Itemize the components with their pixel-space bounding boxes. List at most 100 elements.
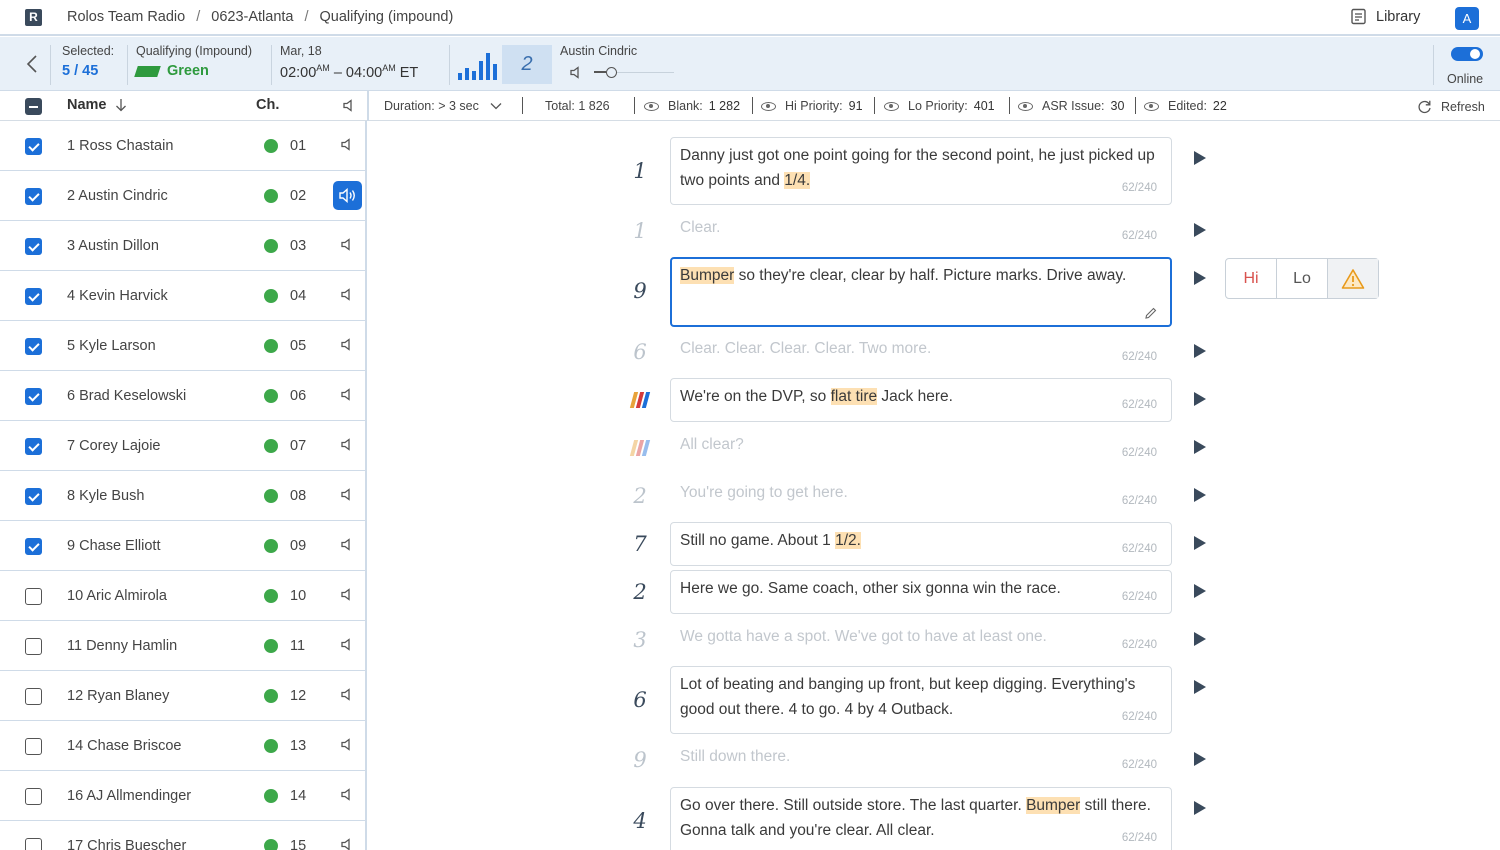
breadcrumb-item-session[interactable]: Qualifying (impound)	[320, 9, 454, 25]
play-icon[interactable]	[1194, 151, 1206, 165]
transcript-box[interactable]: Still no game. About 1 1/2. 62/240	[670, 522, 1172, 566]
play-icon[interactable]	[1194, 801, 1206, 815]
driver-checkbox[interactable]	[25, 788, 42, 805]
asr-issue-button[interactable]	[1328, 259, 1378, 298]
speaker-icon[interactable]	[340, 588, 353, 604]
edit-pencil-icon[interactable]	[1144, 306, 1158, 320]
volume-slider-knob[interactable]	[606, 67, 617, 78]
highlight-keyword[interactable]: 1/4.	[784, 172, 811, 189]
driver-row[interactable]: 1 Ross Chastain 01	[0, 121, 365, 171]
play-icon[interactable]	[1194, 680, 1206, 694]
lo-priority-filter[interactable]: Lo Priority: 401	[884, 99, 995, 113]
driver-checkbox[interactable]	[25, 238, 42, 255]
play-icon[interactable]	[1194, 488, 1206, 502]
edited-filter[interactable]: Edited: 22	[1144, 99, 1227, 113]
driver-row[interactable]: 9 Chase Elliott 09	[0, 521, 365, 571]
play-icon[interactable]	[1194, 440, 1206, 454]
speaker-active-icon[interactable]	[333, 181, 362, 210]
refresh-button[interactable]: Refresh	[1417, 99, 1485, 114]
driver-row[interactable]: 6 Brad Keselowski 06	[0, 371, 365, 421]
driver-checkbox[interactable]	[25, 438, 42, 455]
duration-filter[interactable]: Duration: > 3 sec	[384, 99, 502, 113]
speaker-icon[interactable]	[340, 388, 353, 404]
app-logo[interactable]: R	[25, 8, 42, 26]
driver-row[interactable]: 4 Kevin Harvick 04	[0, 271, 365, 321]
lo-priority-button[interactable]: Lo	[1277, 259, 1328, 298]
online-toggle[interactable]	[1451, 47, 1483, 61]
driver-row[interactable]: 16 AJ Allmendinger 14	[0, 771, 365, 821]
select-all-checkbox[interactable]	[25, 98, 42, 115]
speaker-icon[interactable]	[340, 138, 353, 154]
driver-checkbox[interactable]	[25, 738, 42, 755]
play-icon[interactable]	[1194, 632, 1206, 646]
transcript-box[interactable]: We gotta have a spot. We've got to have …	[670, 618, 1172, 662]
back-arrow-icon[interactable]	[25, 54, 39, 74]
driver-row[interactable]: 8 Kyle Bush 08	[0, 471, 365, 521]
driver-row[interactable]: 2 Austin Cindric 02	[0, 171, 365, 221]
breadcrumb-item-team-radio[interactable]: Rolos Team Radio	[67, 9, 185, 25]
play-icon[interactable]	[1194, 584, 1206, 598]
speaker-icon[interactable]	[340, 688, 353, 704]
driver-checkbox[interactable]	[25, 688, 42, 705]
hi-priority-button[interactable]: Hi	[1226, 259, 1277, 298]
selected-number-box[interactable]: 2	[502, 45, 552, 84]
speaker-icon[interactable]	[340, 288, 353, 304]
play-icon[interactable]	[1194, 392, 1206, 406]
play-icon[interactable]	[1194, 752, 1206, 766]
transcript-box[interactable]: Clear. 62/240	[670, 209, 1172, 253]
play-icon[interactable]	[1194, 344, 1206, 358]
speaker-icon[interactable]	[340, 438, 353, 454]
sort-down-icon[interactable]	[115, 98, 127, 112]
transcript-box[interactable]: Danny just got one point going for the s…	[670, 137, 1172, 205]
name-column-header[interactable]: Name	[67, 97, 127, 113]
highlight-keyword[interactable]: flat tire	[830, 388, 878, 405]
speaker-icon[interactable]	[340, 788, 353, 804]
speaker-icon[interactable]	[340, 338, 353, 354]
avatar[interactable]: A	[1455, 7, 1479, 30]
speaker-icon[interactable]	[340, 538, 353, 554]
driver-checkbox[interactable]	[25, 188, 42, 205]
driver-row[interactable]: 11 Denny Hamlin 11	[0, 621, 365, 671]
transcript-box[interactable]: Here we go. Same coach, other six gonna …	[670, 570, 1172, 614]
speaker-icon[interactable]	[340, 838, 353, 850]
driver-checkbox[interactable]	[25, 388, 42, 405]
hi-priority-filter[interactable]: Hi Priority: 91	[761, 99, 863, 113]
ch-column-header[interactable]: Ch.	[256, 97, 279, 113]
bar-chart-icon[interactable]	[458, 52, 497, 80]
driver-row[interactable]: 12 Ryan Blaney 12	[0, 671, 365, 721]
driver-row[interactable]: 5 Kyle Larson 05	[0, 321, 365, 371]
asr-issue-filter[interactable]: ASR Issue: 30	[1018, 99, 1124, 113]
transcript-box[interactable]: You're going to get here. 62/240	[670, 474, 1172, 518]
play-icon[interactable]	[1194, 271, 1206, 285]
library-button[interactable]: Library	[1350, 8, 1420, 25]
highlight-keyword[interactable]: Bumper	[680, 267, 735, 284]
speaker-icon[interactable]	[569, 66, 582, 79]
speaker-icon[interactable]	[340, 638, 353, 654]
driver-row[interactable]: 10 Aric Almirola 10	[0, 571, 365, 621]
transcript-box[interactable]: Clear. Clear. Clear. Clear. Two more. 62/…	[670, 330, 1172, 374]
transcript-box[interactable]: Go over there. Still outside store. The …	[670, 787, 1172, 850]
transcript-box[interactable]: Lot of beating and banging up front, but…	[670, 666, 1172, 734]
driver-row[interactable]: 3 Austin Dillon 03	[0, 221, 365, 271]
transcript-box[interactable]: Bumper so they're clear, clear by half. …	[670, 257, 1172, 327]
blank-filter[interactable]: Blank: 1 282	[644, 99, 740, 113]
driver-checkbox[interactable]	[25, 838, 42, 850]
transcript-box[interactable]: Still down there. 62/240	[670, 738, 1172, 782]
driver-row[interactable]: 17 Chris Buescher 15	[0, 821, 365, 850]
driver-checkbox[interactable]	[25, 288, 42, 305]
transcript-box[interactable]: All clear? 62/240	[670, 426, 1172, 470]
play-icon[interactable]	[1194, 223, 1206, 237]
driver-checkbox[interactable]	[25, 588, 42, 605]
time-range-block[interactable]: Mar, 18 02:00AM – 04:00AM ET	[280, 44, 418, 81]
breadcrumb-item-event[interactable]: 0623-Atlanta	[211, 9, 293, 25]
speaker-icon[interactable]	[340, 238, 353, 254]
driver-checkbox[interactable]	[25, 338, 42, 355]
driver-row[interactable]: 14 Chase Briscoe 13	[0, 721, 365, 771]
speaker-icon[interactable]	[340, 738, 353, 754]
driver-checkbox[interactable]	[25, 538, 42, 555]
play-icon[interactable]	[1194, 536, 1206, 550]
speaker-icon[interactable]	[340, 488, 353, 504]
driver-checkbox[interactable]	[25, 638, 42, 655]
driver-checkbox[interactable]	[25, 488, 42, 505]
driver-checkbox[interactable]	[25, 138, 42, 155]
